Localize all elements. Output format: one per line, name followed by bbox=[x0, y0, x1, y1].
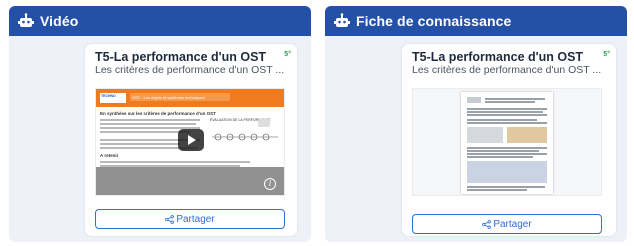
level-badge: 5° bbox=[603, 51, 610, 58]
share-label: Partager bbox=[176, 213, 215, 225]
video-thumbnail[interactable]: TECHNO OST : Les objets et systèmes tech… bbox=[95, 88, 285, 196]
knowledge-panel-header: Fiche de connaissance bbox=[325, 6, 627, 36]
knowledge-card[interactable]: T5-La performance d'un OST 5° Les critèr… bbox=[402, 44, 616, 236]
document-page-preview bbox=[461, 92, 553, 194]
share-icon bbox=[165, 214, 175, 224]
thumbnail-banner-text: OST : Les objets et systèmes techniques bbox=[130, 93, 230, 101]
video-card[interactable]: T5-La performance d'un OST 5° Les critèr… bbox=[85, 44, 297, 236]
knowledge-sheet-panel: Fiche de connaissance T5-La performance … bbox=[325, 6, 627, 242]
thumbnail-overlay bbox=[96, 167, 284, 195]
thumbnail-diagram: ÉVALUATION DE LA PERFORMANCE bbox=[210, 117, 278, 141]
thumbnail-subheading: A retenir bbox=[100, 153, 119, 158]
share-button[interactable]: Partager bbox=[412, 214, 602, 234]
play-icon[interactable] bbox=[178, 129, 204, 151]
card-subtitle: Les critères de performance d'un OST ... bbox=[412, 64, 602, 76]
card-title: T5-La performance d'un OST bbox=[412, 50, 584, 64]
panel-title: Fiche de connaissance bbox=[356, 13, 512, 29]
document-thumbnail[interactable] bbox=[412, 88, 602, 196]
card-title: T5-La performance d'un OST bbox=[95, 50, 267, 64]
thumbnail-heading: En synthèse sur les critères de performa… bbox=[100, 111, 216, 116]
panel-title: Vidéo bbox=[40, 13, 79, 29]
share-label: Partager bbox=[493, 218, 532, 230]
share-icon bbox=[482, 219, 492, 229]
video-panel: Vidéo T5-La performance d'un OST 5° Les … bbox=[9, 6, 311, 242]
share-button[interactable]: Partager bbox=[95, 209, 285, 229]
robot-icon bbox=[334, 13, 350, 27]
video-panel-header: Vidéo bbox=[9, 6, 311, 36]
card-subtitle: Les critères de performance d'un OST ... bbox=[95, 64, 285, 76]
info-icon[interactable]: i bbox=[264, 178, 276, 190]
robot-icon bbox=[18, 13, 34, 27]
level-badge: 5° bbox=[284, 51, 291, 58]
thumbnail-logo: TECHNO bbox=[100, 93, 126, 103]
